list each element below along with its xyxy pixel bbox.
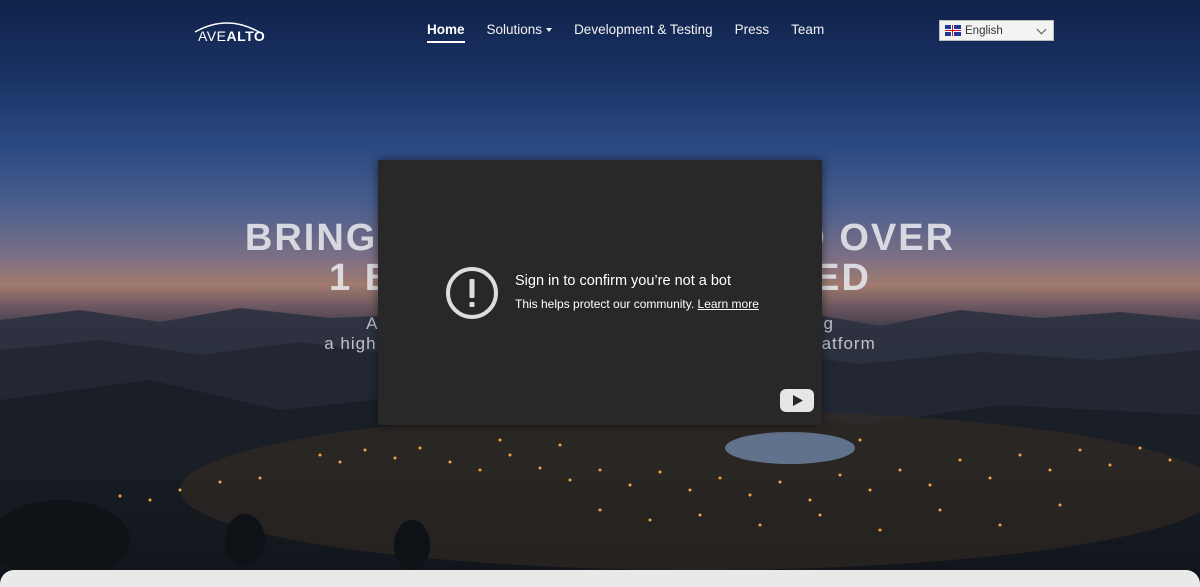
sub-line1-right: g	[823, 314, 834, 333]
alert-circle-icon	[446, 267, 498, 319]
video-message-title: Sign in to confirm you’re not a bot	[515, 273, 732, 289]
footer-bar	[0, 570, 1200, 587]
nav-item-solutions[interactable]: Solutions	[487, 22, 553, 42]
language-select[interactable]: English	[939, 20, 1054, 41]
youtube-icon[interactable]	[780, 389, 814, 412]
sub-line1-left: A	[366, 314, 379, 333]
headline-line1-left: BRING	[244, 217, 378, 259]
sub-line2-right: atform	[821, 334, 876, 353]
logo-wordmark: AVEALTO	[198, 28, 266, 44]
learn-more-link[interactable]: Learn more	[698, 297, 759, 311]
video-message-body: This helps protect our community. Learn …	[515, 297, 759, 311]
caret-down-icon	[546, 28, 553, 33]
uk-flag-icon	[945, 25, 961, 36]
main-nav: Home Solutions Development & Testing Pre…	[427, 22, 824, 43]
video-message-text: This helps protect our community.	[515, 297, 695, 311]
headline-line2-right: ED	[814, 257, 871, 299]
nav-item-development-testing[interactable]: Development & Testing	[574, 22, 713, 42]
nav-item-team[interactable]: Team	[791, 22, 824, 42]
nav-item-home[interactable]: Home	[427, 22, 465, 43]
nav-item-press[interactable]: Press	[735, 22, 770, 42]
language-select-value: English	[965, 24, 1003, 37]
nav-item-solutions-label: Solutions	[486, 22, 543, 37]
sub-line2-left: a high	[324, 334, 377, 353]
chevron-down-icon	[1036, 24, 1047, 35]
avealto-logo[interactable]: AVEALTO	[192, 18, 266, 44]
video-embed[interactable]: Sign in to confirm you’re not a bot This…	[378, 160, 822, 425]
